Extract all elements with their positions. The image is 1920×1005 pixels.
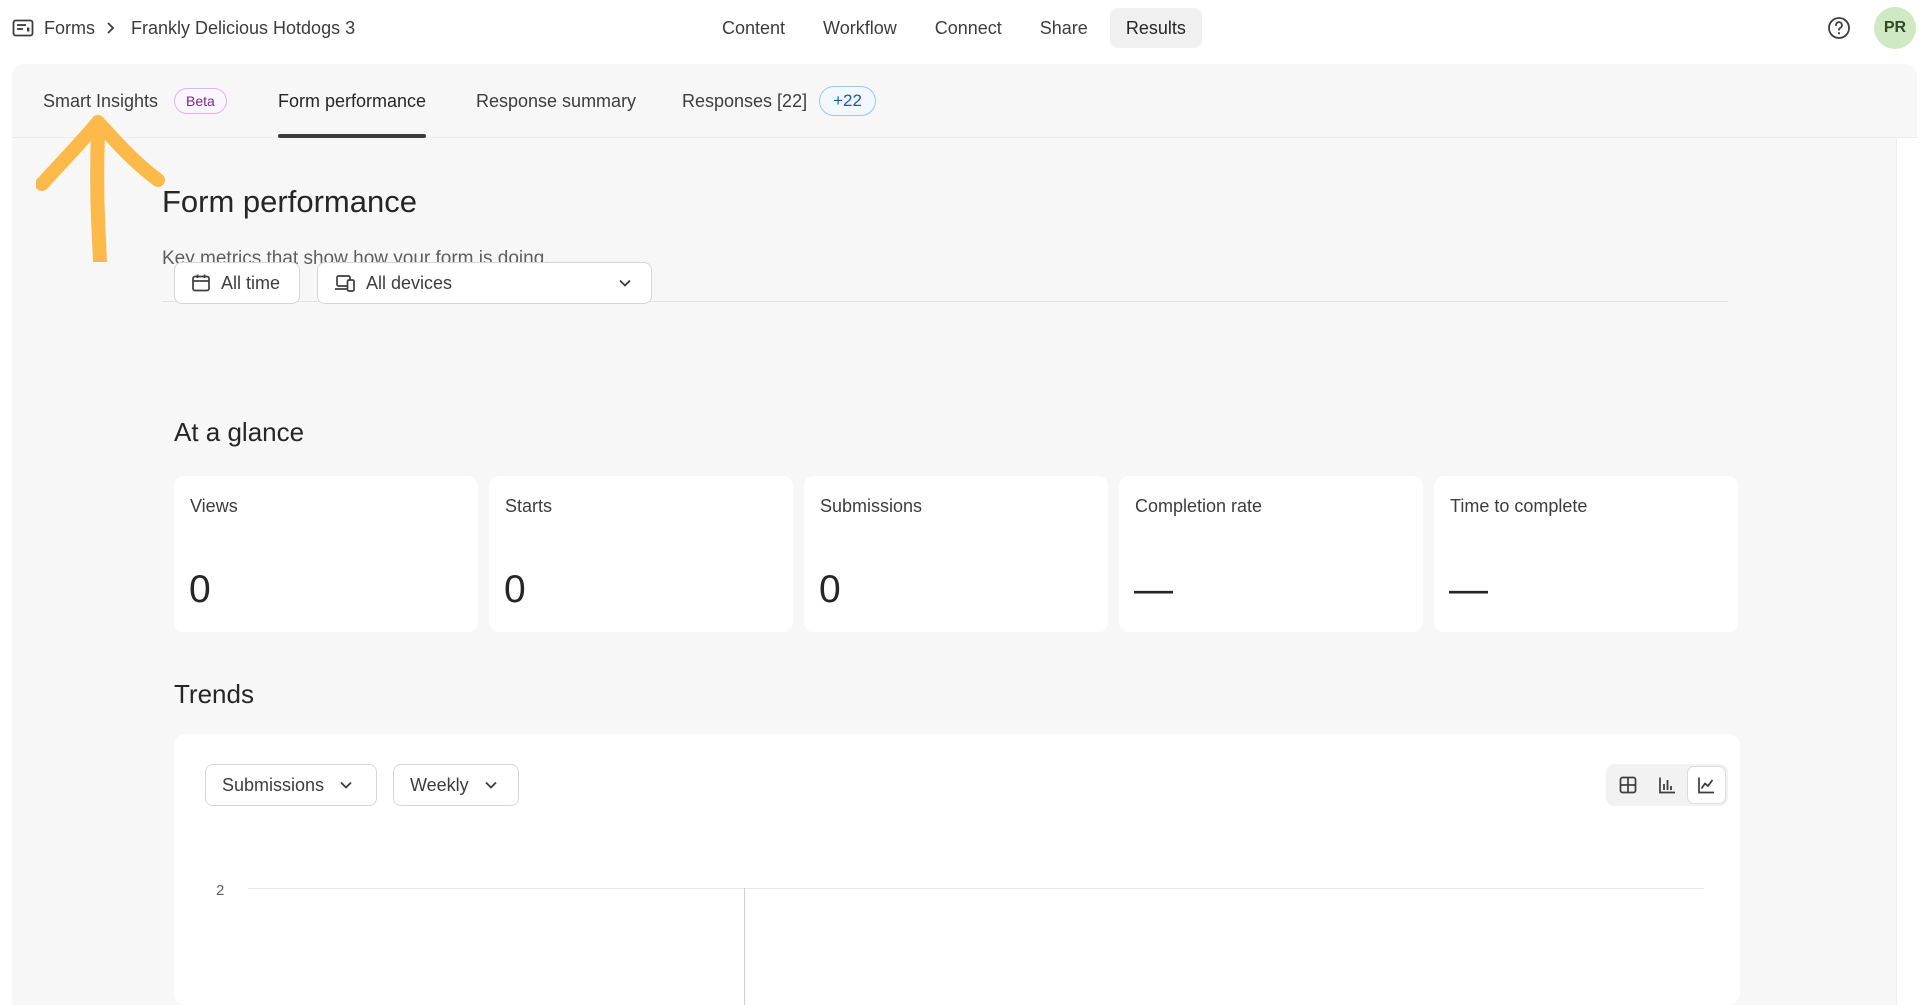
metric-label: Submissions xyxy=(820,496,923,516)
trend-period-select[interactable]: Weekly xyxy=(393,764,519,806)
line-chart-icon[interactable] xyxy=(1687,767,1725,803)
metric-card-starts: Starts 0 xyxy=(489,476,793,632)
avatar[interactable]: PR xyxy=(1874,7,1916,49)
annotation-arrow-icon xyxy=(35,112,166,267)
metric-value: 0 xyxy=(819,568,841,611)
chevron-right-icon xyxy=(105,21,115,35)
table-icon[interactable] xyxy=(1609,767,1646,803)
at-a-glance-heading: At a glance xyxy=(174,417,305,447)
metric-label: Completion rate xyxy=(1135,496,1263,516)
metric-card-time-to-complete: Time to complete — xyxy=(1434,476,1738,632)
breadcrumb-forms-link[interactable]: Forms xyxy=(44,18,95,39)
tab-smart-insights-label: Smart Insights xyxy=(43,90,159,111)
chart-hover-line xyxy=(744,888,745,1005)
metric-label: Views xyxy=(190,496,238,516)
metric-value: 0 xyxy=(504,568,526,611)
trend-metric-label: Submissions xyxy=(222,774,325,795)
trend-period-label: Weekly xyxy=(410,774,469,795)
metric-value: 0 xyxy=(189,568,211,611)
help-icon[interactable] xyxy=(1826,15,1852,41)
chevron-down-icon xyxy=(338,777,354,793)
metric-value: — xyxy=(1134,568,1173,611)
chart-gridline xyxy=(248,888,1704,889)
trends-heading: Trends xyxy=(174,679,254,709)
metric-label: Time to complete xyxy=(1450,496,1588,516)
metric-card-submissions: Submissions 0 xyxy=(804,476,1108,632)
forms-icon[interactable] xyxy=(12,19,34,37)
content-area: At a glance Views 0 Starts 0 Submissions… xyxy=(174,0,1740,1005)
y-axis-tick: 2 xyxy=(216,882,225,899)
trends-chart-card: Submissions Weekly 2 xyxy=(174,734,1740,1005)
metric-label: Starts xyxy=(505,496,553,516)
chart-view-switcher xyxy=(1606,764,1728,806)
bar-chart-icon[interactable] xyxy=(1648,767,1685,803)
scrollbar[interactable] xyxy=(1896,138,1917,1005)
metric-value: — xyxy=(1449,568,1488,611)
trend-metric-select[interactable]: Submissions xyxy=(205,764,377,806)
chevron-down-icon xyxy=(483,777,499,793)
metric-card-completion-rate: Completion rate — xyxy=(1119,476,1423,632)
metric-card-views: Views 0 xyxy=(174,476,478,632)
